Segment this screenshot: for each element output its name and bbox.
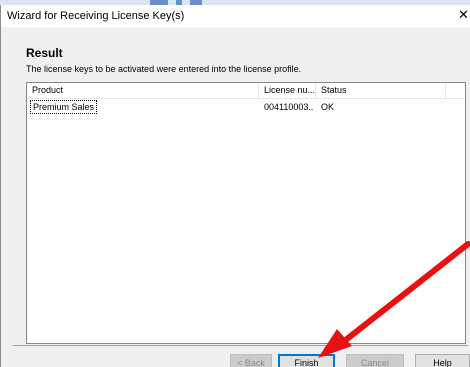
page-description: The license keys to be activated were en… <box>26 64 302 74</box>
finish-button[interactable]: Finish <box>278 354 335 367</box>
list-item[interactable]: Premium Sales 004110003... OK <box>27 100 465 114</box>
product-cell: Premium Sales <box>30 100 98 114</box>
license-list[interactable]: Product License nu... Status Premium Sal… <box>26 82 466 344</box>
list-header: Product License nu... Status <box>27 83 465 99</box>
dialog-content: Result The license keys to be activated … <box>1 27 470 367</box>
screen: Wizard for Receiving License Key(s) ✕ Re… <box>0 0 470 367</box>
column-header-product[interactable]: Product <box>27 83 259 98</box>
status-cell: OK <box>321 102 335 112</box>
back-button[interactable]: < Back <box>230 354 272 367</box>
help-button[interactable]: Help <box>415 354 470 367</box>
wizard-dialog: Wizard for Receiving License Key(s) ✕ Re… <box>0 5 470 367</box>
separator <box>13 345 468 346</box>
column-header-license-number[interactable]: License nu... <box>259 83 316 98</box>
column-header-status[interactable]: Status <box>316 83 446 98</box>
title-bar[interactable]: Wizard for Receiving License Key(s) ✕ <box>1 5 470 27</box>
window-title: Wizard for Receiving License Key(s) <box>7 10 185 22</box>
cancel-button[interactable]: Cancel <box>346 354 404 367</box>
license-number-cell: 004110003... <box>264 102 314 112</box>
page-heading: Result <box>26 46 63 60</box>
close-icon[interactable]: ✕ <box>458 8 470 22</box>
